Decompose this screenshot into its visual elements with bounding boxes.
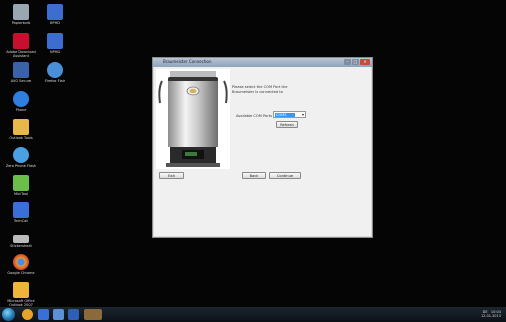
explorer-taskbar-icon[interactable] bbox=[38, 309, 49, 320]
chrome-icon bbox=[13, 254, 29, 270]
title-bar[interactable]: Braumeister Connection – □ × bbox=[153, 58, 372, 67]
exit-button[interactable]: Exit bbox=[159, 172, 184, 179]
system-tray[interactable]: DE 10:04 12.01.2013 bbox=[481, 310, 501, 318]
taskbar: DE 10:04 12.01.2013 bbox=[0, 307, 506, 322]
app2-icon bbox=[47, 33, 63, 49]
desktop-icon-avg[interactable]: AVG Secure bbox=[2, 62, 40, 83]
chevron-down-icon: ▾ bbox=[301, 112, 304, 117]
techcall-icon bbox=[13, 202, 29, 218]
firefox-icon bbox=[47, 62, 63, 78]
folder-icon bbox=[13, 119, 29, 135]
com-port-label: Available COM Ports bbox=[236, 114, 272, 118]
desktop-icon-nphd[interactable]: NPHD bbox=[36, 33, 74, 54]
minimize-button[interactable]: – bbox=[344, 59, 351, 65]
sticker-icon bbox=[13, 235, 29, 243]
back-button[interactable]: Back bbox=[242, 172, 266, 179]
window-client: Please select the COM Port the Braumeist… bbox=[154, 67, 371, 236]
word-taskbar-icon[interactable] bbox=[68, 309, 79, 320]
desktop-icon-outlook[interactable]: Microsoft Office Outlook 2007 bbox=[2, 282, 40, 307]
chrome-taskbar-icon[interactable] bbox=[22, 309, 33, 320]
minitool-icon bbox=[13, 175, 29, 191]
start-button[interactable] bbox=[2, 308, 15, 321]
prompt-text: Please select the COM Port the Braumeist… bbox=[232, 85, 288, 94]
avg-icon bbox=[13, 62, 29, 78]
desktop-icon-bphd[interactable]: BPHD bbox=[36, 4, 74, 25]
desktop-icon-firefox[interactable]: Firefox Flair bbox=[36, 62, 74, 83]
desktop-icon-adobe[interactable]: Adobe Download Assistant bbox=[2, 33, 40, 58]
app-icon bbox=[47, 4, 63, 20]
desktop-icon-recycle-bin[interactable]: Papierkorb bbox=[2, 4, 40, 25]
desktop-icon-outlook-tools[interactable]: Outlook Tools bbox=[2, 119, 40, 140]
app-window: Braumeister Connection – □ × Please sele… bbox=[152, 57, 373, 238]
com-port-select[interactable]: COM3 ▾ bbox=[273, 111, 306, 118]
recycle-bin-icon bbox=[13, 4, 29, 20]
adobe-icon bbox=[13, 33, 29, 49]
braumeister-image bbox=[156, 69, 230, 169]
braumeister-taskbar-icon[interactable] bbox=[84, 309, 102, 320]
maximize-button[interactable]: □ bbox=[352, 59, 359, 65]
desktop-icon-minitool[interactable]: MiniTool bbox=[2, 175, 40, 196]
desktop-icon-chrome[interactable]: Google Chrome bbox=[2, 254, 40, 275]
continue-button[interactable]: Continue bbox=[269, 172, 301, 179]
desktop-icon-sticker[interactable]: Stickersheet bbox=[2, 229, 40, 248]
desktop-icon-phone[interactable]: Phone bbox=[2, 91, 40, 112]
com-port-value: COM3 bbox=[275, 113, 295, 117]
phone-icon bbox=[13, 91, 29, 107]
media-taskbar-icon[interactable] bbox=[53, 309, 64, 320]
window-title: Braumeister Connection bbox=[163, 59, 212, 64]
close-button[interactable]: × bbox=[360, 59, 370, 65]
zero-icon bbox=[13, 147, 29, 163]
outlook-icon bbox=[13, 282, 29, 298]
tray-date: 12.01.2013 bbox=[480, 314, 501, 318]
desktop-icon-zero-phone[interactable]: Zero Phone Flash bbox=[2, 147, 40, 168]
desktop-icon-techcall[interactable]: TechCall bbox=[2, 202, 40, 223]
refresh-button[interactable]: Refresh bbox=[276, 121, 298, 128]
